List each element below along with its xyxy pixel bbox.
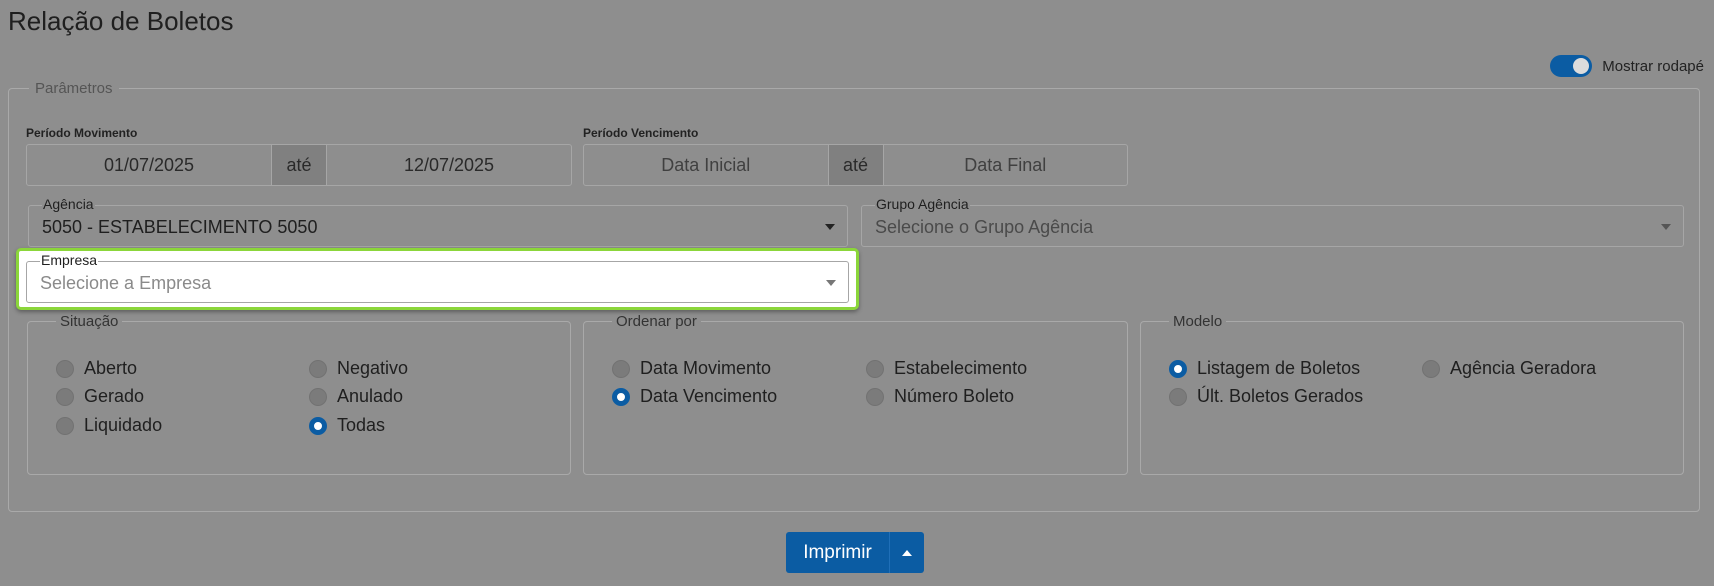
radio-label: Data Vencimento (640, 386, 778, 406)
situacao-legend: Situação (60, 313, 119, 330)
agencia-label: Agência (42, 196, 95, 212)
footer-toggle-wrap: Mostrar rodapé (1550, 55, 1704, 77)
radio-label: Data Movimento (640, 358, 772, 378)
radio-situacao-anulado[interactable]: Anulado (309, 386, 403, 407)
agencia-value: 5050 - ESTABELECIMENTO 5050 (42, 217, 318, 237)
radio-circle-selected (1169, 359, 1187, 378)
footer-toggle-label: Mostrar rodapé (1602, 57, 1704, 75)
chevron-up-icon (902, 549, 912, 556)
radio-circle (1422, 359, 1440, 378)
periodo-vencimento-end[interactable]: Data Final (884, 145, 1128, 185)
radio-label: Agência Geradora (1450, 358, 1597, 378)
footer-toggle[interactable] (1550, 55, 1593, 77)
radio-modelo-agencia-geradora[interactable]: Agência Geradora (1422, 358, 1596, 379)
periodo-movimento-sep: até (271, 145, 327, 185)
periodo-vencimento-range: Data Inicial até Data Final (583, 144, 1128, 186)
toggle-knob (1573, 58, 1590, 74)
modelo-legend: Modelo (1173, 313, 1223, 330)
periodo-movimento-range: 01/07/2025 até 12/07/2025 (26, 144, 572, 186)
radio-label: Estabelecimento (894, 358, 1028, 378)
radio-ordenar-numero-boleto[interactable]: Número Boleto (866, 386, 1014, 407)
radio-label: Liquidado (84, 415, 163, 435)
grupo-agencia-placeholder: Selecione o Grupo Agência (875, 217, 1094, 237)
radio-label: Gerado (84, 386, 145, 406)
chevron-down-icon (1661, 224, 1671, 230)
radio-circle (1169, 387, 1187, 406)
radio-label: Número Boleto (894, 386, 1015, 406)
radio-situacao-todas[interactable]: Todas (309, 415, 385, 436)
radio-label: Últ. Boletos Gerados (1197, 386, 1364, 406)
periodo-movimento-label: Período Movimento (26, 126, 138, 140)
radio-circle (866, 359, 884, 378)
radio-circle (56, 387, 74, 406)
radio-situacao-liquidado[interactable]: Liquidado (56, 415, 162, 436)
radio-modelo-listagem[interactable]: Listagem de Boletos (1169, 358, 1360, 379)
radio-label: Todas (337, 415, 386, 435)
radio-situacao-aberto[interactable]: Aberto (56, 358, 137, 379)
radio-ordenar-data-movimento[interactable]: Data Movimento (612, 358, 771, 379)
empresa-select[interactable]: Empresa Selecione a Empresa (26, 252, 849, 303)
page-title: Relação de Boletos (8, 6, 234, 36)
print-options-toggle[interactable] (890, 532, 924, 573)
periodo-vencimento-start[interactable]: Data Inicial (584, 145, 828, 185)
radio-circle (309, 387, 327, 406)
empresa-highlight: Empresa Selecione a Empresa (16, 248, 859, 310)
radio-situacao-gerado[interactable]: Gerado (56, 386, 144, 407)
periodo-vencimento-sep: até (827, 145, 884, 185)
radio-label: Listagem de Boletos (1197, 358, 1361, 378)
radio-ordenar-estabelecimento[interactable]: Estabelecimento (866, 358, 1027, 379)
radio-circle (56, 359, 74, 378)
agencia-select[interactable]: Agência 5050 - ESTABELECIMENTO 5050 (28, 196, 848, 247)
periodo-movimento-end[interactable]: 12/07/2025 (327, 145, 571, 185)
parameters-legend: Parâmetros (35, 80, 113, 97)
chevron-down-icon (826, 280, 836, 286)
periodo-vencimento-label: Período Vencimento (583, 126, 699, 140)
print-button-group: Imprimir (786, 532, 924, 573)
periodo-movimento-start[interactable]: 01/07/2025 (27, 145, 271, 185)
radio-label: Negativo (337, 358, 409, 378)
grupo-agencia-select[interactable]: Grupo Agência Selecione o Grupo Agência (861, 196, 1684, 247)
radio-label: Aberto (84, 358, 138, 378)
grupo-agencia-label: Grupo Agência (875, 196, 970, 212)
radio-modelo-ult-boletos[interactable]: Últ. Boletos Gerados (1169, 386, 1363, 407)
radio-situacao-negativo[interactable]: Negativo (309, 358, 408, 379)
radio-circle (866, 387, 884, 406)
radio-circle-selected (612, 387, 630, 406)
empresa-placeholder: Selecione a Empresa (40, 273, 212, 293)
radio-circle-selected (309, 416, 327, 435)
ordenar-legend: Ordenar por (616, 313, 697, 330)
radio-circle (309, 359, 327, 378)
print-button[interactable]: Imprimir (786, 532, 890, 573)
radio-circle (56, 416, 74, 435)
radio-circle (612, 359, 630, 378)
radio-ordenar-data-vencimento[interactable]: Data Vencimento (612, 386, 777, 407)
radio-label: Anulado (337, 386, 404, 406)
empresa-label: Empresa (40, 252, 99, 268)
chevron-down-icon (825, 224, 835, 230)
